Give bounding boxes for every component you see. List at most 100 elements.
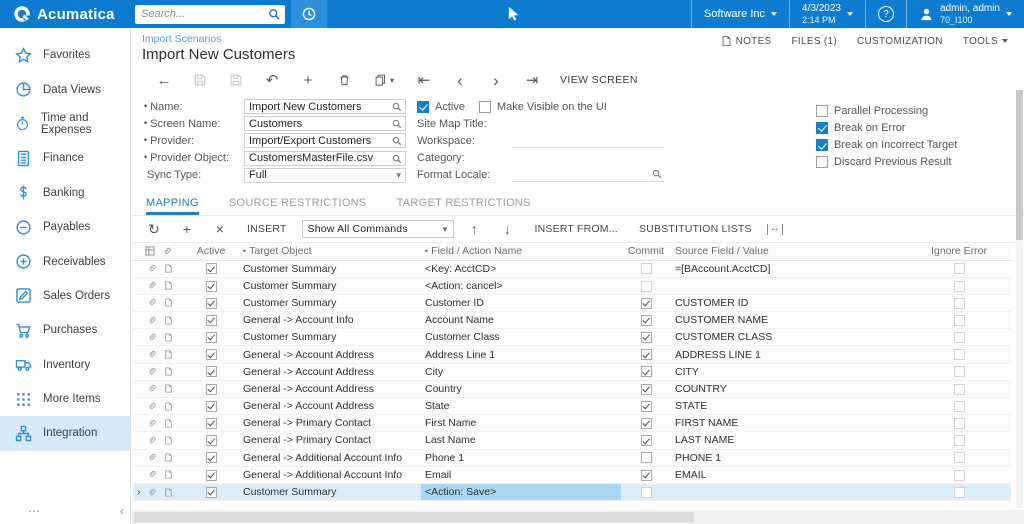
sidebar-item-purchases[interactable]: Purchases [0, 313, 130, 347]
row-files-cell[interactable] [143, 294, 160, 313]
row-notes-cell[interactable] [160, 414, 183, 433]
row-notes-cell[interactable] [160, 311, 183, 330]
table-row[interactable]: Customer Summary <Action: cancel> [133, 277, 1011, 295]
field-input[interactable] [512, 151, 664, 165]
active-cell[interactable] [183, 397, 239, 416]
horizontal-scrollbar[interactable] [132, 510, 1024, 524]
active-cell[interactable] [183, 466, 239, 484]
commit-checkbox[interactable] [640, 263, 652, 275]
field-action-cell[interactable]: <Key: AcctCD> [421, 260, 621, 278]
note-icon[interactable] [164, 280, 173, 291]
active-checkbox[interactable] [205, 435, 217, 447]
sidebar-item-finance[interactable]: Finance [0, 141, 130, 175]
table-row[interactable]: General -> Account Address City CITY [133, 363, 1011, 381]
row-notes-cell[interactable] [160, 328, 183, 347]
column-header-target-object[interactable]: • Target Object [239, 243, 421, 261]
row-notes-cell[interactable] [160, 483, 183, 502]
row-notes-cell[interactable] [160, 277, 183, 295]
row-notes-cell[interactable] [160, 363, 183, 381]
ignore-error-checkbox[interactable] [953, 280, 965, 292]
make-visible-checkbox-row[interactable]: Make Visible on the UI [478, 98, 607, 115]
table-row[interactable]: General -> Account Address Country COUNTRY [133, 380, 1011, 399]
field-input[interactable]: Customers [244, 116, 406, 132]
note-icon[interactable] [164, 349, 173, 360]
active-checkbox[interactable] [205, 280, 217, 292]
row-files-cell[interactable] [143, 449, 160, 467]
table-row[interactable]: General -> Primary Contact Last Name LAST … [133, 431, 1011, 450]
note-icon[interactable] [164, 418, 173, 429]
row-files-cell[interactable] [143, 328, 160, 347]
target-object-cell[interactable]: General -> Account Address [239, 380, 421, 399]
checkbox[interactable] [816, 138, 828, 151]
paperclip-icon[interactable] [147, 469, 156, 480]
ignore-error-cell[interactable] [907, 466, 1011, 484]
ignore-error-cell[interactable] [907, 260, 1011, 278]
note-icon[interactable] [164, 332, 173, 343]
ignore-error-cell[interactable] [907, 363, 1011, 381]
field-input[interactable]: Full ▾ [244, 167, 406, 183]
commit-cell[interactable] [621, 414, 671, 433]
field-action-cell[interactable]: First Name [421, 414, 621, 433]
sidebar-more-button[interactable]: ⋯ [28, 504, 40, 522]
sidebar-item-more-items[interactable]: More Items [0, 382, 130, 416]
source-field-cell[interactable]: COUNTRY [671, 380, 907, 399]
source-field-cell[interactable] [671, 483, 907, 502]
commit-cell[interactable] [621, 397, 671, 416]
source-field-cell[interactable]: CUSTOMER CLASS [671, 328, 907, 347]
notes-button[interactable]: NOTES [721, 35, 772, 47]
paperclip-icon[interactable] [147, 315, 156, 326]
note-icon[interactable] [164, 487, 173, 498]
row-files-cell[interactable] [143, 345, 160, 364]
ignore-error-checkbox[interactable] [953, 332, 965, 344]
ignore-error-checkbox[interactable] [953, 400, 965, 412]
commit-checkbox[interactable] [640, 314, 652, 326]
commit-cell[interactable] [621, 311, 671, 330]
active-checkbox[interactable] [205, 314, 217, 326]
ignore-error-cell[interactable] [907, 328, 1011, 347]
source-field-cell[interactable]: EMAIL [671, 466, 907, 484]
target-object-cell[interactable]: Customer Summary [239, 277, 421, 295]
ignore-error-cell[interactable] [907, 397, 1011, 416]
commit-cell[interactable] [621, 294, 671, 313]
checkbox[interactable] [816, 104, 828, 117]
paperclip-icon[interactable] [147, 452, 156, 463]
paperclip-icon[interactable] [147, 332, 156, 343]
prev-record-button[interactable]: ‹ [442, 69, 478, 91]
table-row[interactable]: › Customer Summary <Action: Save> [133, 483, 1011, 502]
sidebar-item-sales-orders[interactable]: Sales Orders [0, 279, 130, 313]
files-column-header[interactable] [160, 243, 183, 261]
active-cell[interactable] [183, 311, 239, 330]
field-action-cell[interactable]: State [421, 397, 621, 416]
active-cell[interactable] [183, 363, 239, 381]
active-checkbox[interactable] [205, 486, 217, 498]
active-cell[interactable] [183, 449, 239, 467]
sidebar-item-inventory[interactable]: Inventory [0, 348, 130, 382]
commit-cell[interactable] [621, 277, 671, 295]
field-input[interactable] [512, 134, 664, 148]
active-cell[interactable] [183, 345, 239, 364]
note-icon[interactable] [164, 452, 173, 463]
paperclip-icon[interactable] [147, 487, 156, 498]
active-checkbox[interactable] [205, 332, 217, 344]
grid-delete-row-button[interactable]: × [208, 219, 232, 239]
global-search[interactable] [135, 4, 285, 24]
search-input[interactable] [135, 6, 259, 22]
commit-checkbox[interactable] [640, 297, 652, 309]
paperclip-icon[interactable] [147, 366, 156, 377]
row-notes-cell[interactable] [160, 294, 183, 313]
horizontal-scrollbar-thumb[interactable] [134, 512, 694, 522]
source-field-cell[interactable]: LAST NAME [671, 431, 907, 450]
first-record-button[interactable]: ⇤ [406, 69, 442, 91]
commit-cell[interactable] [621, 363, 671, 381]
active-cell[interactable] [183, 483, 239, 502]
ignore-error-cell[interactable] [907, 380, 1011, 399]
move-row-down-button[interactable]: ↓ [496, 219, 520, 239]
move-row-up-button[interactable]: ↑ [463, 219, 487, 239]
checkbox[interactable] [816, 156, 828, 169]
lookup-icon[interactable] [392, 119, 402, 129]
add-record-button[interactable]: + [290, 69, 326, 91]
checkbox[interactable] [816, 121, 828, 134]
table-row[interactable]: Customer Summary <Key: AcctCD> =[BAccount.… [133, 260, 1011, 278]
commit-cell[interactable] [621, 431, 671, 450]
note-icon[interactable] [164, 366, 173, 377]
